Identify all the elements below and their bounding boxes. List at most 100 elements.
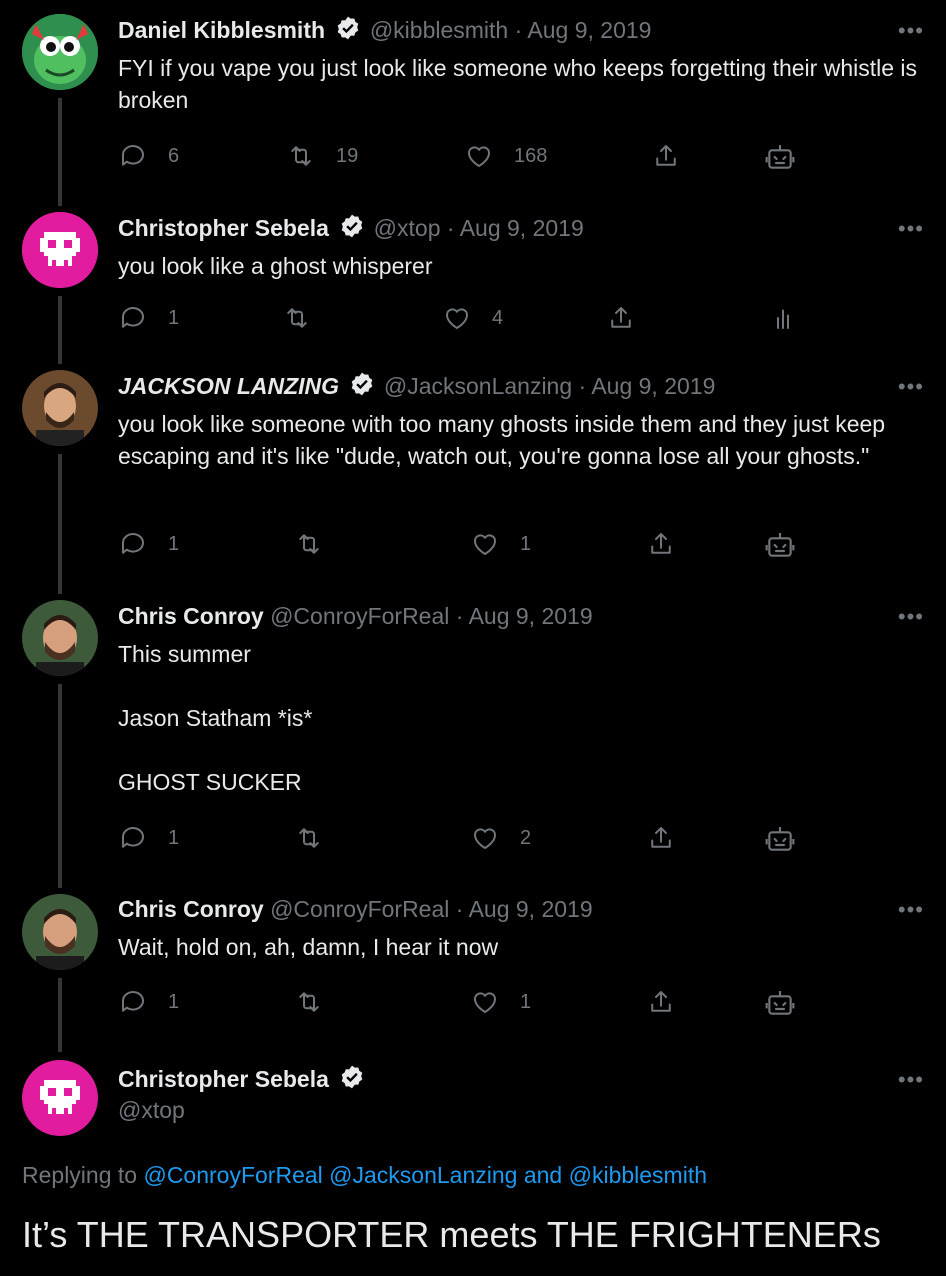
tweet[interactable]: JACKSON LANZING @JacksonLanzing · Aug 9,… — [0, 360, 946, 590]
reply-count: 6 — [168, 144, 180, 167]
robot-icon — [765, 827, 795, 851]
like-count: 1 — [520, 990, 532, 1013]
retweet-icon — [299, 828, 319, 848]
retweet-button[interactable] — [294, 529, 324, 559]
avatar[interactable] — [22, 600, 98, 676]
reply-button[interactable]: 1 — [118, 529, 179, 559]
like-button[interactable]: 1 — [470, 529, 531, 559]
share-button[interactable] — [651, 141, 681, 171]
main-tweet-text: It’s THE TRANSPORTER meets THE FRIGHTENE… — [22, 1214, 881, 1255]
author-name[interactable]: Chris Conroy — [118, 603, 264, 629]
author-handle[interactable]: @kibblesmith — [370, 17, 508, 43]
author-handle[interactable]: @xtop — [374, 215, 441, 241]
tweet-actions: 1 1 — [118, 987, 818, 1017]
robot-button[interactable] — [764, 141, 796, 173]
like-button[interactable]: 1 — [470, 987, 531, 1017]
robot-button[interactable] — [764, 823, 796, 855]
avatar[interactable] — [22, 212, 98, 288]
retweet-icon — [299, 534, 319, 554]
share-button[interactable] — [606, 303, 636, 333]
separator: · — [455, 603, 464, 629]
analytics-button[interactable] — [768, 303, 798, 333]
more-options-icon[interactable]: ••• — [898, 374, 924, 400]
like-button[interactable]: 4 — [442, 303, 503, 333]
reply-button[interactable]: 6 — [118, 141, 179, 171]
heart-icon — [474, 534, 496, 555]
reply-button[interactable]: 1 — [118, 303, 179, 333]
reply-button[interactable]: 1 — [118, 823, 179, 853]
tweet-date[interactable]: Aug 9, 2019 — [469, 603, 593, 629]
like-count: 1 — [520, 532, 532, 555]
mention-link[interactable]: @JacksonLanzing — [329, 1162, 517, 1188]
more-options-icon[interactable]: ••• — [898, 1067, 924, 1093]
tweet-date[interactable]: Aug 9, 2019 — [591, 373, 715, 399]
retweet-icon — [299, 992, 319, 1012]
tweet[interactable]: Chris Conroy @ConroyForReal · Aug 9, 201… — [0, 590, 946, 884]
like-button[interactable]: 168 — [464, 141, 547, 171]
tweet-text: This summer Jason Statham *is* GHOST SUC… — [118, 641, 313, 795]
author-handle[interactable]: @xtop — [118, 1097, 185, 1123]
heart-icon — [446, 308, 468, 329]
reply-icon — [122, 991, 144, 1012]
mention-link[interactable]: @kibblesmith — [569, 1162, 707, 1188]
more-options-icon[interactable]: ••• — [898, 216, 924, 242]
replying-prefix: Replying to — [22, 1162, 138, 1188]
avatar[interactable] — [22, 14, 98, 90]
reply-button[interactable]: 1 — [118, 987, 179, 1017]
author-handle[interactable]: @ConroyForReal — [270, 603, 449, 629]
like-count: 4 — [492, 306, 504, 329]
share-icon — [611, 307, 631, 328]
robot-icon — [765, 991, 795, 1015]
author-name[interactable]: JACKSON LANZING — [118, 373, 339, 399]
heart-icon — [468, 146, 490, 167]
tweet-actions: 1 1 — [118, 529, 818, 559]
more-options-icon[interactable]: ••• — [898, 897, 924, 923]
reply-icon — [122, 533, 144, 554]
tweet-date[interactable]: Aug 9, 2019 — [469, 896, 593, 922]
more-options-icon[interactable]: ••• — [898, 18, 924, 44]
verified-icon — [352, 372, 373, 396]
tweet[interactable]: Christopher Sebela @xtop · Aug 9, 2019 •… — [0, 200, 946, 360]
avatar[interactable] — [22, 370, 98, 446]
tweet-text: you look like someone with too many ghos… — [118, 411, 886, 469]
verified-icon — [341, 214, 363, 238]
heart-icon — [474, 828, 496, 849]
reply-count: 1 — [168, 306, 180, 329]
share-button[interactable] — [646, 529, 676, 559]
tweet[interactable]: Chris Conroy @ConroyForReal · Aug 9, 201… — [0, 884, 946, 1050]
share-button[interactable] — [646, 823, 676, 853]
author-name[interactable]: Christopher Sebela — [118, 215, 329, 241]
avatar[interactable] — [22, 1060, 98, 1136]
replying-and[interactable]: and — [524, 1162, 562, 1188]
replying-to: Replying to @ConroyForReal @JacksonLanzi… — [22, 1162, 707, 1189]
share-icon — [651, 991, 671, 1012]
analytics-icon — [777, 309, 789, 329]
author-name[interactable]: Chris Conroy — [118, 896, 264, 922]
like-button[interactable]: 2 — [470, 823, 531, 853]
retweet-button[interactable]: 19 — [286, 141, 358, 171]
retweet-button[interactable] — [294, 987, 324, 1017]
author-handle[interactable]: @JacksonLanzing — [384, 373, 572, 399]
tweet-date[interactable]: Aug 9, 2019 — [460, 215, 584, 241]
more-options-icon[interactable]: ••• — [898, 604, 924, 630]
retweet-button[interactable] — [282, 303, 312, 333]
like-count: 2 — [520, 826, 532, 849]
author-name[interactable]: Christopher Sebela — [118, 1066, 329, 1092]
tweet-text: FYI if you vape you just look like someo… — [118, 55, 918, 113]
avatar[interactable] — [22, 894, 98, 970]
reply-count: 1 — [168, 990, 180, 1013]
mention-link[interactable]: @ConroyForReal — [143, 1162, 322, 1188]
retweet-icon — [287, 308, 307, 328]
tweet-text: Wait, hold on, ah, damn, I hear it now — [118, 934, 499, 960]
share-icon — [656, 145, 676, 166]
author-handle[interactable]: @ConroyForReal — [270, 896, 449, 922]
share-icon — [651, 827, 671, 848]
author-name[interactable]: Daniel Kibblesmith — [118, 17, 325, 43]
share-button[interactable] — [646, 987, 676, 1017]
tweet-text: you look like a ghost whisperer — [118, 253, 433, 279]
robot-button[interactable] — [764, 987, 796, 1019]
tweet[interactable]: Daniel Kibblesmith @kibblesmith · Aug 9,… — [0, 0, 946, 200]
robot-button[interactable] — [764, 529, 796, 561]
retweet-button[interactable] — [294, 823, 324, 853]
tweet-date[interactable]: Aug 9, 2019 — [527, 17, 651, 43]
